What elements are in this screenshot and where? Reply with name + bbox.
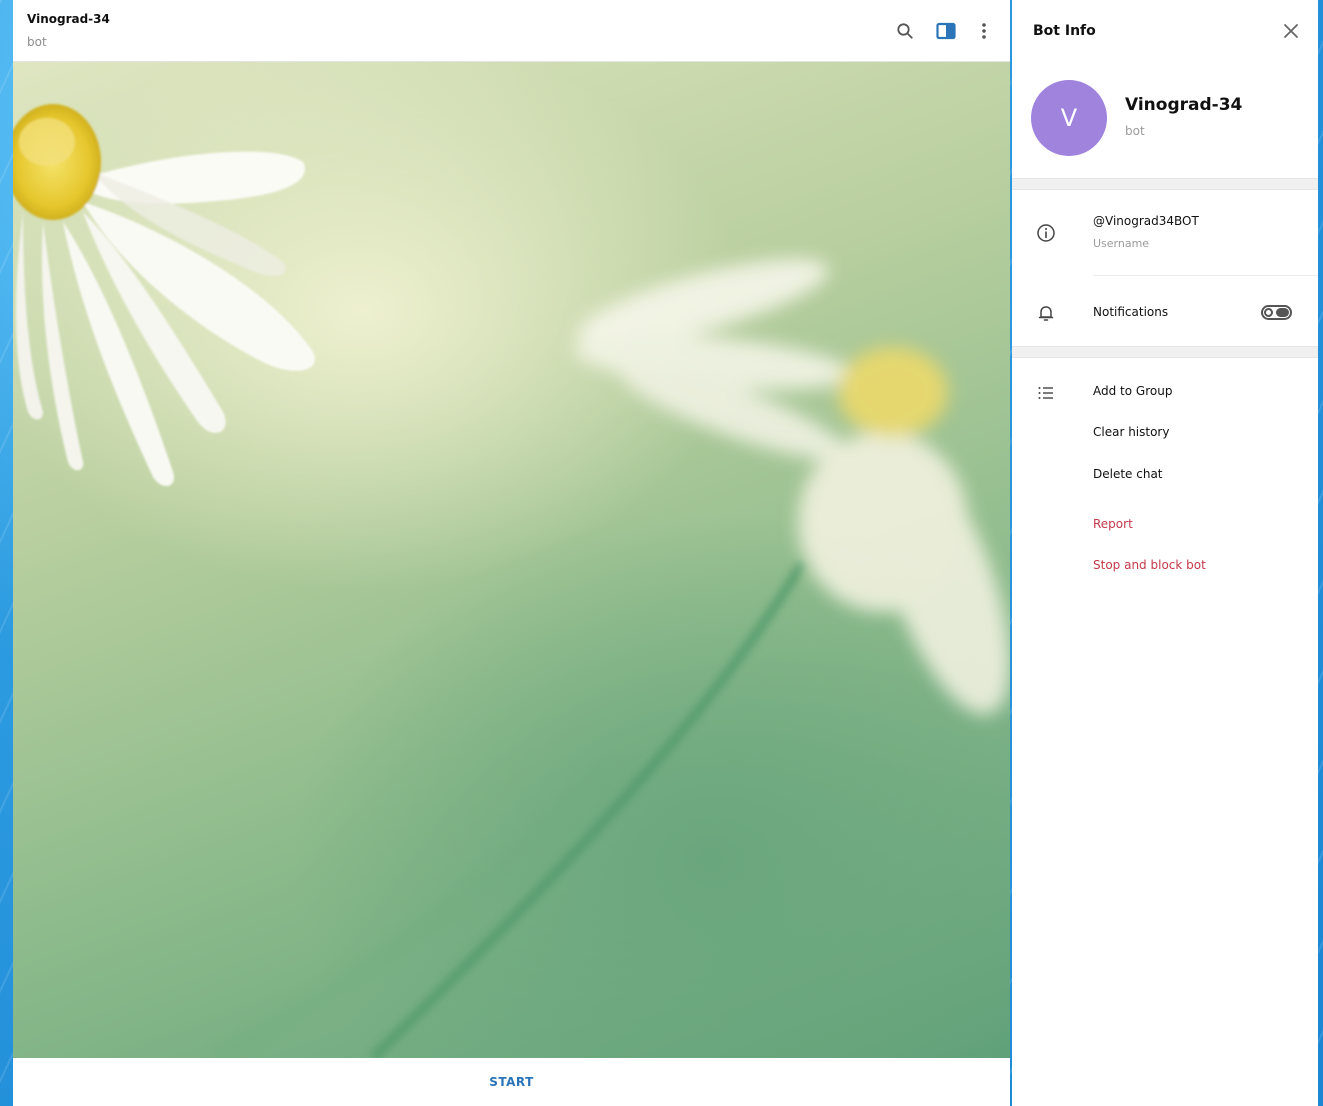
- toggle-knob: [1264, 308, 1273, 317]
- chat-window: Vinograd-34 bot START: [13, 0, 1010, 1106]
- bot-profile: V Vinograd-34 bot: [1012, 62, 1318, 178]
- chat-title[interactable]: Vinograd-34: [27, 12, 110, 26]
- notifications-toggle[interactable]: [1261, 305, 1292, 320]
- search-button[interactable]: [892, 18, 918, 44]
- clear-history-button[interactable]: Clear history: [1093, 425, 1169, 439]
- row-divider: [1093, 275, 1318, 276]
- close-panel-button[interactable]: [1278, 18, 1304, 44]
- avatar[interactable]: V: [1031, 80, 1107, 156]
- panel-header: Bot Info: [1012, 0, 1318, 62]
- sidebar-toggle-button[interactable]: [933, 18, 959, 44]
- more-vertical-icon: [982, 23, 986, 39]
- notifications-row-icon: [1034, 301, 1058, 325]
- actions-row-icon: [1034, 381, 1058, 405]
- chat-header: Vinograd-34 bot: [13, 0, 1010, 62]
- close-icon: [1284, 24, 1298, 38]
- chat-wallpaper: [13, 62, 1010, 1058]
- chat-subtitle: bot: [27, 35, 47, 49]
- list-icon: [1038, 387, 1053, 399]
- chamomile-flowers-image: [13, 104, 1010, 1058]
- toggle-track-fill: [1276, 308, 1289, 317]
- more-button[interactable]: [971, 18, 997, 44]
- bot-info-panel: Bot Info V Vinograd-34 bot @Vinograd34BO…: [1012, 0, 1318, 1106]
- composer-bar: START: [13, 1058, 1010, 1106]
- report-button[interactable]: Report: [1093, 517, 1133, 531]
- delete-chat-button[interactable]: Delete chat: [1093, 467, 1163, 481]
- bot-name: Vinograd-34: [1125, 95, 1243, 115]
- bot-username[interactable]: @Vinograd34BOT: [1093, 214, 1199, 228]
- avatar-letter: V: [1060, 104, 1078, 132]
- info-icon: [1037, 224, 1055, 242]
- sidebar-toggle-icon: [936, 22, 956, 40]
- start-button[interactable]: START: [475, 1069, 548, 1095]
- notifications-label: Notifications: [1093, 305, 1169, 319]
- search-icon: [897, 23, 913, 39]
- info-row-icon: [1034, 221, 1058, 245]
- add-to-group-button[interactable]: Add to Group: [1093, 384, 1172, 398]
- stop-and-block-bot-button[interactable]: Stop and block bot: [1093, 558, 1206, 572]
- panel-title: Bot Info: [1033, 23, 1096, 39]
- section-divider: [1012, 346, 1318, 358]
- bot-status: bot: [1125, 124, 1145, 138]
- section-divider: [1012, 178, 1318, 190]
- username-caption: Username: [1093, 237, 1150, 250]
- bell-icon: [1038, 306, 1054, 321]
